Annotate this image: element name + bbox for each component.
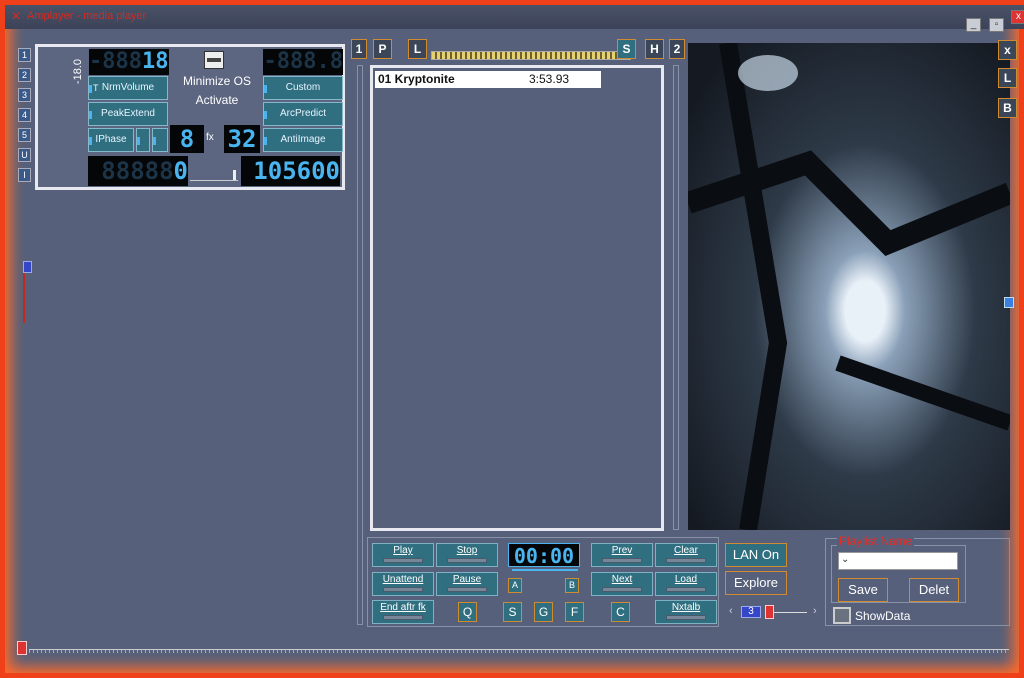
pause-button[interactable]: Pause [436,572,498,596]
fx-left-display: 8 [170,125,204,153]
volume-slider-track[interactable] [29,649,1009,653]
anti-image-button[interactable]: AntiImage [263,128,343,152]
stop-button[interactable]: Stop [436,543,498,567]
seek-bar[interactable] [431,51,631,60]
minimize-os-checkbox[interactable] [204,51,224,69]
fx-right-display: 32 [224,125,260,153]
explore-button[interactable]: Explore [725,571,787,595]
splitter-left[interactable] [357,65,363,625]
playlist-h-button[interactable]: H [645,39,664,59]
balance-slider-track[interactable] [23,273,25,323]
art-splitter-handle[interactable] [1004,297,1014,308]
prev-button[interactable]: Prev [591,543,653,567]
play-button[interactable]: Play [372,543,434,567]
page-slider-thumb[interactable] [765,605,774,619]
chevron-right-icon[interactable]: › [813,605,817,617]
balance-slider-thumb[interactable] [23,261,32,273]
iphase-minus-button[interactable] [152,128,168,152]
clear-button[interactable]: Clear [655,543,717,567]
minimize-button[interactable]: _ [966,18,981,32]
app-icon[interactable]: ✕ [11,9,21,23]
section-1-button[interactable]: 1 [351,39,367,59]
playlist-p-button[interactable]: P [373,39,392,59]
lan-on-button[interactable]: LAN On [725,543,787,567]
playlist-s-button[interactable]: S [617,39,636,59]
art-x-button[interactable]: x [998,40,1017,60]
art-b-button[interactable]: B [998,98,1017,118]
unattend-button[interactable]: Unattend [372,572,434,596]
track-duration: 3:53.93 [529,72,570,86]
show-data-label: ShowData [855,609,911,623]
activate-label: Activate [195,93,239,107]
side-button-1[interactable]: 1 [18,48,31,62]
show-data-checkbox[interactable] [833,607,851,624]
fx-slider[interactable] [190,165,238,181]
section-2-button[interactable]: 2 [669,39,685,59]
right-display: -888.8 [263,49,343,75]
b-button[interactable]: B [565,578,579,593]
end-after-button[interactable]: End aftr fk [372,600,434,624]
q-button[interactable]: Q [458,602,477,622]
peak-extend-button[interactable]: PeakExtend [88,102,168,126]
window-title: Amplayer - media player [27,10,147,22]
counter-display: 888880 [88,156,188,186]
load-button[interactable]: Load [655,572,717,596]
f-button[interactable]: F [565,602,584,622]
t-label: T [93,83,99,93]
gain-display: -88818.0 [89,49,169,75]
playlist-name-input[interactable]: ⌄ [838,552,958,570]
delete-button[interactable]: Delet [909,578,959,602]
g-button[interactable]: G [534,602,553,622]
c-button[interactable]: C [611,602,630,622]
time-progress [512,569,578,571]
side-button-2[interactable]: 2 [18,68,31,82]
album-art-image [688,43,1010,530]
nrm-volume-button[interactable]: NrmVolume T [88,76,168,100]
close-button[interactable]: x [1011,10,1024,24]
nxtalb-button[interactable]: Nxtalb [655,600,717,624]
iphase-button[interactable]: IPhase [88,128,134,152]
custom-button[interactable]: Custom [263,76,343,100]
iphase-plus-button[interactable] [136,128,150,152]
samplerate-display: 105600 [241,156,340,186]
fx-label: fx [206,132,214,143]
next-button[interactable]: Next [591,572,653,596]
playlist-list: 01 Kryptonite 3:53.93 [373,71,661,88]
chevron-down-icon[interactable]: ⌄ [841,554,849,565]
side-button-i[interactable]: I [18,168,31,182]
title-bar: ✕ Amplayer - media player [5,5,1024,29]
playlist-l-button[interactable]: L [408,39,427,59]
volume-slider-thumb[interactable] [17,641,27,655]
save-button[interactable]: Save [838,578,888,602]
a-button[interactable]: A [508,578,522,593]
side-button-5[interactable]: 5 [18,128,31,142]
side-button-3[interactable]: 3 [18,88,31,102]
arc-predict-button[interactable]: ArcPredict [263,102,343,126]
time-display: 00:00 [508,543,580,567]
app-window: ✕ Amplayer - media player _ ▫ x 12345UI … [0,0,1024,678]
track-title: 01 Kryptonite [378,72,455,86]
chevron-left-icon[interactable]: ‹ [729,605,733,617]
side-button-u[interactable]: U [18,148,31,162]
art-l-button[interactable]: L [998,68,1017,88]
gain-vertical-label: -18.0 [72,59,84,85]
playlist-row[interactable]: 01 Kryptonite 3:53.93 [375,71,601,88]
dsp-panel: -88818.0 -18.0 Minimize OS Activate NrmV… [35,44,345,190]
album-art [688,43,1010,530]
s-button[interactable]: S [503,602,522,622]
minimize-os-label: Minimize OS [182,74,251,88]
restore-button[interactable]: ▫ [989,18,1004,32]
playlist-panel: 01 Kryptonite 3:53.93 [370,65,664,531]
page-indicator: 3 [741,606,761,618]
playlist-name-label: Playlist Name [837,534,915,548]
splitter-right[interactable] [673,65,679,530]
side-button-4[interactable]: 4 [18,108,31,122]
